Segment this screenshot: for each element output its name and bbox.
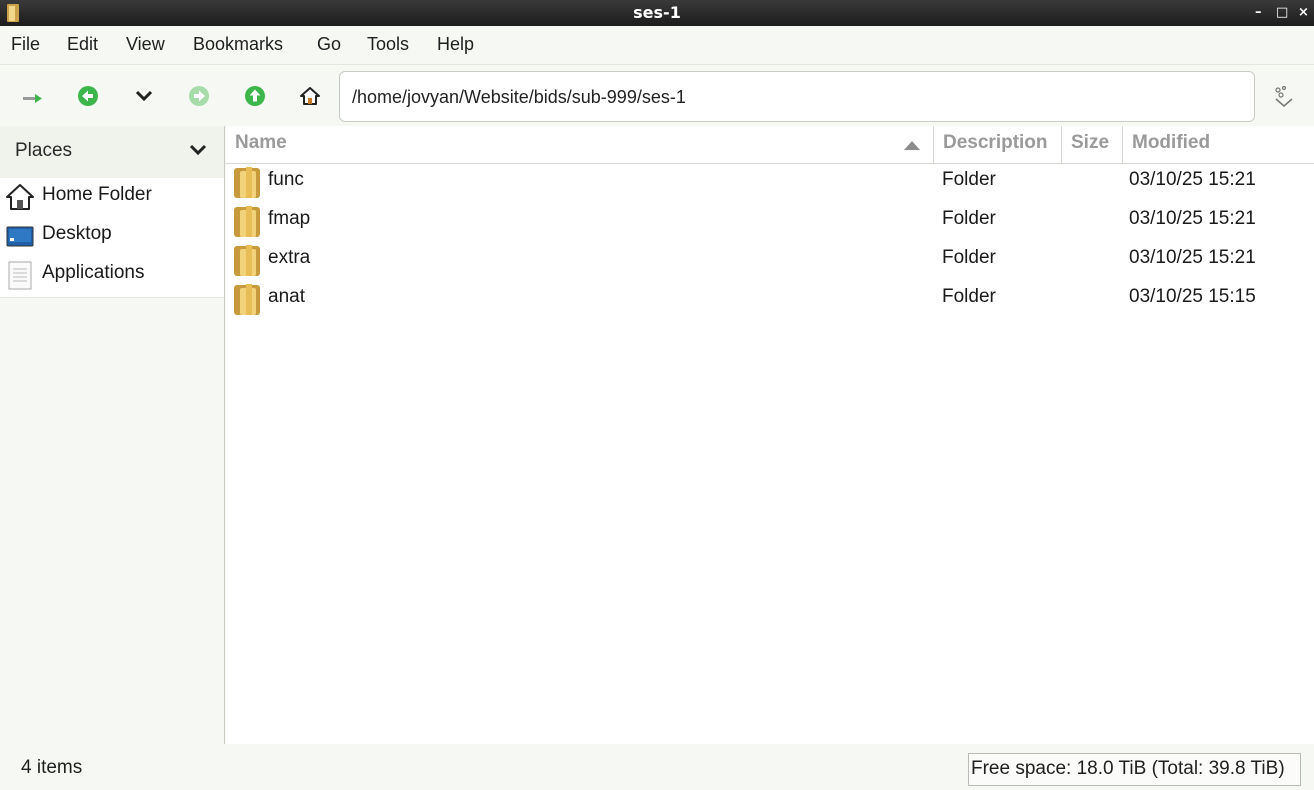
file-modified: 03/10/25 15:21 [1129,208,1256,229]
close-button[interactable]: × [1298,5,1309,20]
menu-go[interactable]: Go [317,34,341,55]
column-header-modified[interactable]: Modified [1123,126,1314,164]
table-row[interactable]: fmap Folder 03/10/25 15:21 [226,202,1314,241]
chevron-down-icon[interactable] [189,142,207,156]
column-header-size[interactable]: Size [1062,126,1123,164]
sort-ascending-icon [904,141,920,150]
column-header-description[interactable]: Description [934,126,1062,164]
window-title: ses-1 [633,3,681,22]
column-header-label: Name [235,132,287,153]
sidebar-item-desktop[interactable]: Desktop [0,217,224,256]
back-icon [78,86,98,106]
item-count: 4 items [21,757,83,778]
history-dropdown-button[interactable] [131,83,157,109]
menu-view[interactable]: View [126,34,165,55]
back-button[interactable] [75,83,101,109]
home-button[interactable] [297,83,323,109]
history-dropdown-icon [135,90,153,102]
file-list: Name Description Size Modified func Fold… [226,126,1314,744]
toolbar: /home/jovyan/Website/bids/sub-999/ses-1 [0,64,1314,126]
folder-icon [234,206,260,237]
file-modified: 03/10/25 15:15 [1129,286,1256,307]
applications-icon [8,261,32,290]
menu-tools[interactable]: Tools [367,34,409,55]
places-header[interactable]: Places [0,126,224,178]
file-description: Folder [942,247,996,268]
home-icon [300,87,320,105]
menu-edit[interactable]: Edit [67,34,98,55]
up-icon [245,86,265,106]
file-description: Folder [942,208,996,229]
folder-icon [234,284,260,315]
sidebar-item-applications[interactable]: Applications [0,256,224,295]
up-button[interactable] [242,83,268,109]
column-header-label: Size [1071,132,1110,153]
sidebar-item-home-folder[interactable]: Home Folder [0,178,224,217]
location-input[interactable]: /home/jovyan/Website/bids/sub-999/ses-1 [339,71,1255,122]
file-name: anat [268,286,305,307]
column-header-name[interactable]: Name [226,126,934,164]
file-description: Folder [942,286,996,307]
home-folder-icon [6,184,34,210]
minimize-button[interactable]: – [1255,5,1262,20]
table-row[interactable]: func Folder 03/10/25 15:21 [226,163,1314,202]
file-description: Folder [942,169,996,190]
forward-button[interactable] [186,83,212,109]
column-header-label: Modified [1132,132,1211,153]
file-modified: 03/10/25 15:21 [1129,169,1256,190]
sidebar-item-label: Desktop [42,223,112,244]
location-toggle-button[interactable] [1271,84,1297,110]
folder-icon [234,245,260,276]
sidebar-item-label: Applications [42,262,145,283]
places-list: Home Folder Desktop Applications [0,178,224,298]
desktop-icon [6,226,34,247]
file-name: fmap [268,208,311,229]
table-row[interactable]: anat Folder 03/10/25 15:15 [226,280,1314,319]
menu-file[interactable]: File [11,34,40,55]
column-header-label: Description [943,132,1048,153]
table-row[interactable]: extra Folder 03/10/25 15:21 [226,241,1314,280]
folder-icon [234,167,260,198]
menu-bar: File Edit View Bookmarks Go Tools Help [0,26,1314,64]
menu-help[interactable]: Help [437,34,474,55]
file-name: extra [268,247,311,268]
title-bar: ses-1 – □ × [0,0,1314,26]
sidebar: Places Home Folder Desktop Applications [0,126,225,744]
file-modified: 03/10/25 15:21 [1129,247,1256,268]
new-tab-button[interactable] [20,83,46,109]
forward-icon [189,86,209,106]
new-tab-icon [23,94,42,103]
location-toggle-icon [1275,85,1293,107]
sidebar-item-label: Home Folder [42,184,152,205]
places-label: Places [15,140,73,161]
free-space-indicator: Free space: 18.0 TiB (Total: 39.8 TiB) [968,753,1301,786]
file-name: func [268,169,304,190]
maximize-button[interactable]: □ [1276,5,1288,20]
status-bar: 4 items Free space: 18.0 TiB (Total: 39.… [0,744,1314,790]
menu-bookmarks[interactable]: Bookmarks [193,34,283,55]
